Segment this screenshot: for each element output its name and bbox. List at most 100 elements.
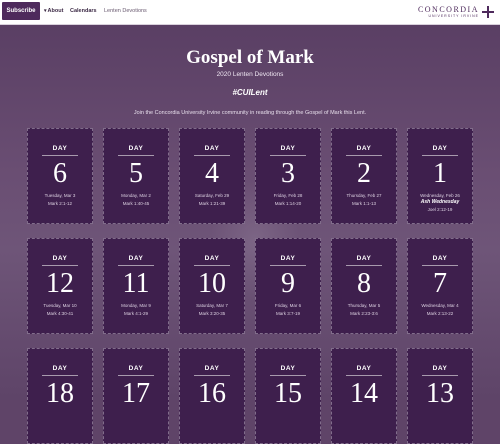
day-special: Ash Wednesday: [420, 199, 460, 205]
divider: [346, 375, 382, 376]
day-label: DAY: [280, 145, 296, 152]
devotion-day-card[interactable]: DAY 5 Monday, Mar 2 Mark 1:40-45: [103, 128, 169, 224]
day-reading: Mark 3:7-19: [275, 311, 300, 316]
divider: [346, 265, 382, 266]
divider: [422, 265, 458, 266]
devotion-day-card[interactable]: DAY 14: [331, 348, 397, 444]
divider: [42, 375, 78, 376]
day-number: 9: [281, 268, 295, 299]
nav-calendars[interactable]: Calendars: [70, 0, 97, 22]
devotion-day-card[interactable]: DAY 4 Saturday, Feb 29 Mark 1:21-39: [179, 128, 245, 224]
day-label: DAY: [52, 255, 68, 262]
divider: [194, 155, 230, 156]
divider: [270, 265, 306, 266]
day-number: 10: [198, 268, 226, 299]
day-number: 11: [122, 268, 150, 299]
devotion-day-card[interactable]: DAY 11 Monday, Mar 9 Mark 4:1-29: [103, 238, 169, 334]
day-label: DAY: [356, 145, 372, 152]
divider: [42, 155, 78, 156]
devotion-day-card[interactable]: DAY 6 Tuesday, Mar 3 Mark 2:1-12: [27, 128, 93, 224]
day-label: DAY: [280, 365, 296, 372]
day-label: DAY: [128, 365, 144, 372]
page-title: Gospel of Mark: [186, 47, 314, 68]
day-number: 13: [426, 378, 454, 409]
day-number: 2: [357, 158, 371, 189]
day-reading: Joel 2:12-19: [427, 207, 453, 212]
day-reading: Mark 1:14-20: [274, 201, 302, 206]
devotion-day-card[interactable]: DAY 7 Wednesday, Mar 4 Mark 2:13-22: [407, 238, 473, 334]
day-date: Tuesday, Mar 10: [43, 303, 77, 308]
day-label: DAY: [432, 255, 448, 262]
devotion-day-card[interactable]: DAY 17: [103, 348, 169, 444]
day-number: 18: [46, 378, 74, 409]
day-label: DAY: [432, 145, 448, 152]
day-reading: Mark 4:30-41: [46, 311, 74, 316]
day-number: 17: [122, 378, 150, 409]
day-date: Thursday, Mar 5: [347, 303, 381, 308]
day-date: Thursday, Feb 27: [346, 193, 382, 198]
divider: [194, 265, 230, 266]
day-number: 4: [205, 158, 219, 189]
cross-icon: [482, 6, 494, 18]
nav-lenten-devotions[interactable]: Lenten Devotions: [104, 0, 147, 22]
divider: [422, 375, 458, 376]
subscribe-button[interactable]: Subscribe: [2, 2, 40, 20]
day-label: DAY: [356, 365, 372, 372]
day-label: DAY: [52, 145, 68, 152]
day-date: Tuesday, Mar 3: [44, 193, 76, 198]
day-number: 6: [53, 158, 67, 189]
devotion-day-card[interactable]: DAY 16: [179, 348, 245, 444]
logo-text: CONCORDIA UNIVERSITY IRVINE: [418, 5, 479, 19]
day-reading: Mark 3:20-35: [198, 311, 226, 316]
logo-subtitle: UNIVERSITY IRVINE: [428, 14, 479, 18]
concordia-logo[interactable]: CONCORDIA UNIVERSITY IRVINE: [418, 3, 494, 21]
day-number: 3: [281, 158, 295, 189]
divider: [194, 375, 230, 376]
day-label: DAY: [52, 365, 68, 372]
divider: [270, 155, 306, 156]
day-date: Friday, Feb 28: [273, 193, 303, 198]
day-label: DAY: [128, 255, 144, 262]
day-date: Monday, Mar 9: [121, 303, 151, 308]
nav-about-label: About: [47, 8, 64, 14]
day-label: DAY: [204, 145, 220, 152]
nav-about[interactable]: ▾About: [44, 0, 63, 22]
day-label: DAY: [204, 255, 220, 262]
day-reading: Mark 2:1-12: [47, 201, 72, 206]
day-reading: Mark 1:21-39: [198, 201, 226, 206]
day-date: Saturday, Mar 7: [196, 303, 228, 308]
devotion-day-card[interactable]: DAY 1 Wednesday, Feb 26 Ash Wednesday Joel 2…: [407, 128, 473, 224]
day-date: Friday, Mar 6: [274, 303, 302, 308]
day-number: 5: [129, 158, 143, 189]
devotion-day-card[interactable]: DAY 2 Thursday, Feb 27 Mark 1:1-13: [331, 128, 397, 224]
devotion-day-card[interactable]: DAY 8 Thursday, Mar 5 Mark 2:23-3:6: [331, 238, 397, 334]
devotion-day-card[interactable]: DAY 18: [27, 348, 93, 444]
devotion-day-card[interactable]: DAY 13: [407, 348, 473, 444]
day-reading: Mark 2:23-3:6: [350, 311, 378, 316]
hashtag: #CUILent: [232, 88, 268, 97]
day-label: DAY: [280, 255, 296, 262]
day-date: Wednesday, Mar 4: [421, 303, 459, 308]
day-number: 1: [433, 158, 447, 189]
day-number: 14: [350, 378, 378, 409]
day-number: 7: [433, 268, 447, 299]
day-label: DAY: [356, 255, 372, 262]
divider: [118, 265, 154, 266]
day-reading: Mark 4:1-29: [123, 311, 148, 316]
devotion-day-card[interactable]: DAY 15: [255, 348, 321, 444]
devotion-day-card[interactable]: DAY 9 Friday, Mar 6 Mark 3:7-19: [255, 238, 321, 334]
day-label: DAY: [128, 145, 144, 152]
divider: [118, 375, 154, 376]
day-reading: Mark 1:40-45: [122, 201, 150, 206]
devotion-day-card[interactable]: DAY 10 Saturday, Mar 7 Mark 3:20-35: [179, 238, 245, 334]
divider: [270, 375, 306, 376]
day-label: DAY: [204, 365, 220, 372]
day-reading: Mark 1:1-13: [351, 201, 376, 206]
logo-name: CONCORDIA: [417, 5, 479, 14]
day-date: Monday, Mar 2: [121, 193, 151, 198]
top-navbar: Subscribe ▾About Calendars Lenten Devoti…: [0, 0, 500, 25]
devotion-day-card[interactable]: DAY 3 Friday, Feb 28 Mark 1:14-20: [255, 128, 321, 224]
devotion-day-card[interactable]: DAY 12 Tuesday, Mar 10 Mark 4:30-41: [27, 238, 93, 334]
day-date: Wednesday, Feb 26: [420, 193, 460, 198]
intro-text: Join the Concordia University Irvine com…: [133, 110, 367, 116]
